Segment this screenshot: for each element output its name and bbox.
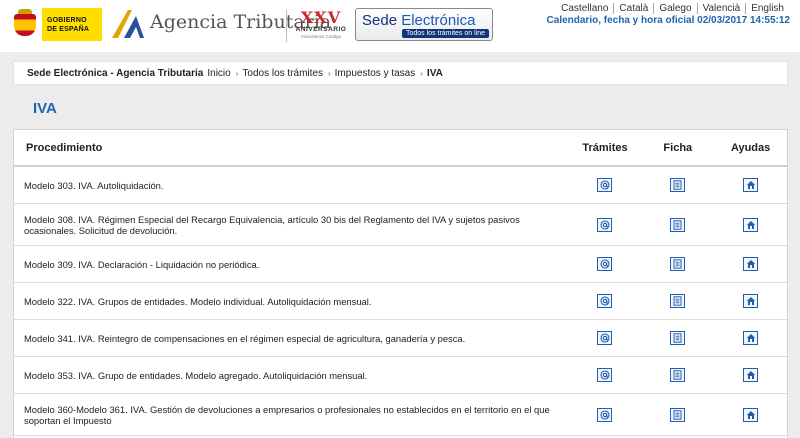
ayudas-cell <box>714 331 787 345</box>
chevron-right-icon: › <box>235 68 239 78</box>
document-icon[interactable] <box>670 331 686 345</box>
procedure-name[interactable]: Modelo 309. IVA. Declaración - Liquidaci… <box>14 259 569 270</box>
ayudas-cell <box>714 217 787 232</box>
lang-valencia[interactable]: Valencià <box>696 3 746 14</box>
gobierno-logo[interactable]: GOBIERNO DE ESPAÑA <box>8 8 102 41</box>
official-calendar-link[interactable]: Calendario, fecha y hora oficial 02/03/2… <box>547 15 790 26</box>
home-icon[interactable] <box>743 217 759 232</box>
ficha-cell <box>641 331 714 345</box>
tramites-cell <box>569 368 642 382</box>
lang-catala[interactable]: Català <box>613 3 653 14</box>
xxv-line1: ANIVERSARIO <box>295 26 347 33</box>
coat-of-arms-icon <box>8 8 42 41</box>
document-icon[interactable] <box>670 257 686 271</box>
breadcrumb-impuestos-tasas[interactable]: Impuestos y tasas <box>335 68 416 79</box>
ayudas-cell <box>714 178 787 192</box>
at-sign-icon[interactable] <box>597 407 613 422</box>
at-sign-icon[interactable] <box>597 368 613 382</box>
document-icon[interactable] <box>670 178 686 192</box>
at-sign-icon[interactable] <box>597 178 613 192</box>
ficha-cell <box>641 368 714 382</box>
document-icon[interactable] <box>670 407 686 422</box>
breadcrumb-site: Sede Electrónica - Agencia Tributaria <box>27 67 204 79</box>
home-icon[interactable] <box>743 257 759 271</box>
at-sign-icon[interactable] <box>597 217 613 232</box>
procedure-name[interactable]: Modelo 308. IVA. Régimen Especial del Re… <box>14 214 569 236</box>
xxv-line2: Avanzamos Contigo <box>300 34 342 39</box>
tramites-cell <box>569 331 642 345</box>
page-title: IVA <box>33 100 57 117</box>
header-divider <box>286 10 287 42</box>
breadcrumb: Sede Electrónica - Agencia Tributaria In… <box>13 61 788 85</box>
sede-title-b: Electrónica <box>401 12 476 29</box>
tramites-cell <box>569 407 642 422</box>
lang-castellano[interactable]: Castellano <box>556 3 613 14</box>
breadcrumb-current: IVA <box>426 67 443 79</box>
home-icon[interactable] <box>743 407 759 422</box>
procedure-name[interactable]: Modelo 341. IVA. Reintegro de compensaci… <box>14 333 569 344</box>
gob-line2: DE ESPAÑA <box>47 25 90 33</box>
ficha-cell <box>641 217 714 232</box>
table-row: Modelo 360-Modelo 361. IVA. Gestión de d… <box>14 394 787 436</box>
header-tramites: Trámites <box>582 141 628 154</box>
home-icon[interactable] <box>743 368 759 382</box>
ficha-cell <box>641 178 714 192</box>
ayudas-cell <box>714 294 787 308</box>
chevron-right-icon: › <box>327 68 331 78</box>
breadcrumb-inicio[interactable]: Inicio <box>207 68 230 79</box>
sede-title: Sede Electrónica <box>362 12 475 29</box>
header-procedimiento: Procedimiento <box>26 141 103 154</box>
table-row: Modelo 308. IVA. Régimen Especial del Re… <box>14 204 787 246</box>
language-selector: Castellano Català Galego Valencià Englis… <box>556 3 789 14</box>
tramites-cell <box>569 217 642 232</box>
lang-english[interactable]: English <box>745 3 789 14</box>
procedure-name[interactable]: Modelo 322. IVA. Grupos de entidades. Mo… <box>14 296 569 307</box>
tramites-cell <box>569 294 642 308</box>
tramites-cell <box>569 257 642 271</box>
ayudas-cell <box>714 407 787 422</box>
gobierno-box: GOBIERNO DE ESPAÑA <box>42 8 102 41</box>
at-sign-icon[interactable] <box>597 257 613 271</box>
procedures-table: Procedimiento Trámites Ficha Ayudas Mode… <box>13 129 788 438</box>
table-body: Modelo 303. IVA. Autoliquidación. Modelo… <box>14 167 787 436</box>
table-row: Modelo 341. IVA. Reintegro de compensaci… <box>14 320 787 357</box>
document-icon[interactable] <box>670 217 686 232</box>
sede-title-a: Sede <box>362 12 402 29</box>
table-header: Procedimiento Trámites Ficha Ayudas <box>14 130 787 167</box>
xxv-number: XXV <box>300 8 342 27</box>
ayudas-cell <box>714 368 787 382</box>
ficha-cell <box>641 407 714 422</box>
table-row: Modelo 303. IVA. Autoliquidación. <box>14 167 787 204</box>
chevron-right-icon: › <box>420 68 423 78</box>
header-ayudas: Ayudas <box>730 141 771 154</box>
table-row: Modelo 353. IVA. Grupo de entidades. Mod… <box>14 357 787 394</box>
gob-line1: GOBIERNO <box>47 16 87 24</box>
ficha-cell <box>641 294 714 308</box>
at-sign-icon[interactable] <box>597 294 613 308</box>
home-icon[interactable] <box>743 294 759 308</box>
lang-galego[interactable]: Galego <box>653 3 696 14</box>
sede-electronica-button[interactable]: Sede Electrónica Todos los trámites on l… <box>355 8 493 41</box>
procedure-name[interactable]: Modelo 303. IVA. Autoliquidación. <box>14 180 569 191</box>
sede-tagline: Todos los trámites on line <box>402 29 489 38</box>
site-header: GOBIERNO DE ESPAÑA Agencia Tributaria XX… <box>0 0 800 52</box>
table-row: Modelo 322. IVA. Grupos de entidades. Mo… <box>14 283 787 320</box>
agencia-tributaria-logo-icon[interactable] <box>110 8 146 40</box>
tramites-cell <box>569 178 642 192</box>
home-icon[interactable] <box>743 331 759 345</box>
ayudas-cell <box>714 257 787 271</box>
home-icon[interactable] <box>743 178 759 192</box>
table-row: Modelo 309. IVA. Declaración - Liquidaci… <box>14 246 787 283</box>
document-icon[interactable] <box>670 294 686 308</box>
document-icon[interactable] <box>670 368 686 382</box>
procedure-name[interactable]: Modelo 360-Modelo 361. IVA. Gestión de d… <box>14 404 569 426</box>
xxv-aniversario-logo: XXV ANIVERSARIO Avanzamos Contigo <box>294 10 348 44</box>
breadcrumb-todos-tramites[interactable]: Todos los trámites <box>242 68 323 79</box>
procedure-name[interactable]: Modelo 353. IVA. Grupo de entidades. Mod… <box>14 370 569 381</box>
at-sign-icon[interactable] <box>597 331 613 345</box>
header-ficha: Ficha <box>663 141 693 154</box>
ficha-cell <box>641 257 714 271</box>
